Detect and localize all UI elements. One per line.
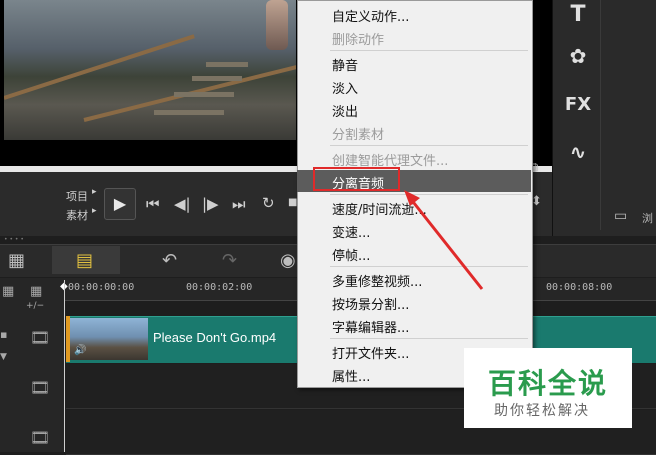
watermark-title: 百科全说 [488, 367, 609, 400]
watermark-subtitle: 助你轻松解决 [494, 403, 590, 419]
